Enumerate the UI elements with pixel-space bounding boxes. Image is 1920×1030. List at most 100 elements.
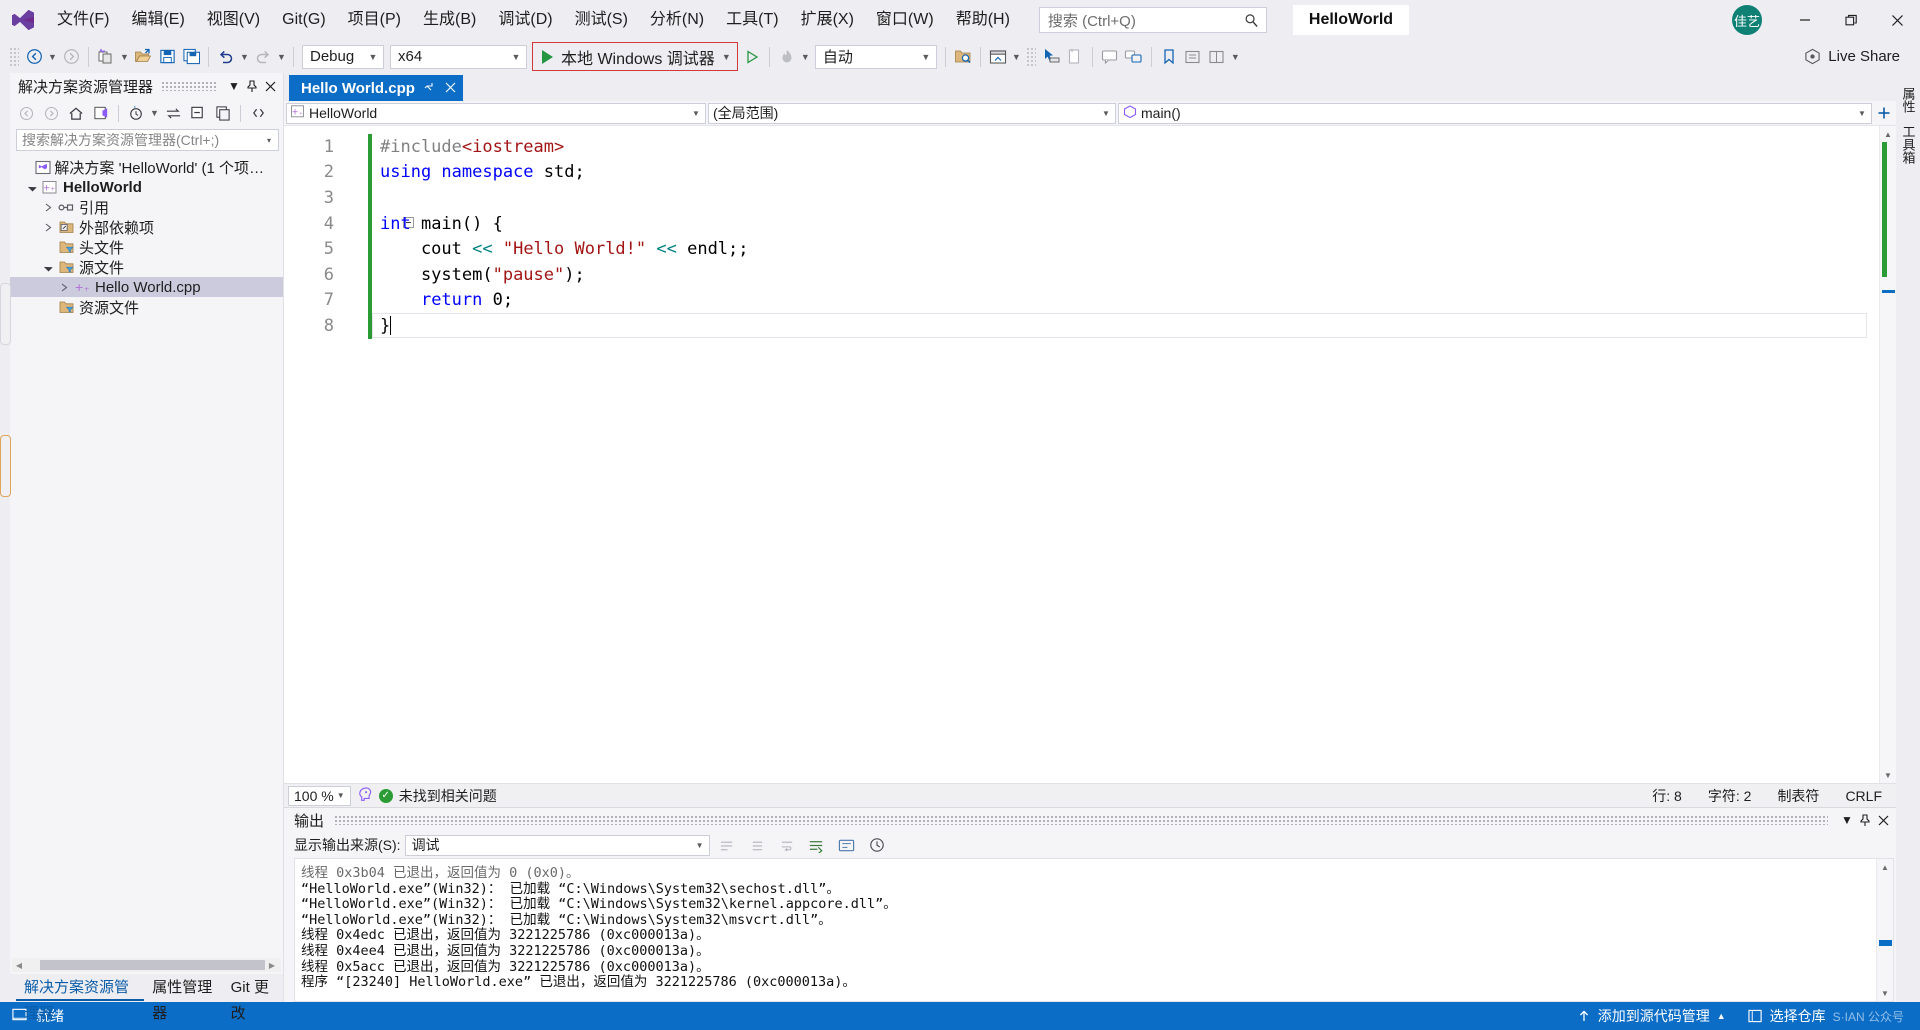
start-without-debugging-icon[interactable] xyxy=(740,45,764,69)
solution-explorer-window-icon[interactable] xyxy=(986,45,1010,69)
scroll-up-arrow[interactable]: ▲ xyxy=(1877,859,1893,875)
output-text-area[interactable]: 线程 0x3b04 已退出，返回值为 0 (0x0)。 “HelloWorld.… xyxy=(294,858,1894,1002)
pointer-select-icon[interactable] xyxy=(1039,45,1063,69)
hot-reload-caret[interactable]: ▼ xyxy=(799,45,812,69)
uncomment-icon[interactable] xyxy=(1122,45,1146,69)
se-refresh-icon[interactable] xyxy=(161,102,185,124)
auto-hide-tab-2[interactable] xyxy=(0,435,11,497)
menu-item-view[interactable]: 视图(V) xyxy=(196,0,271,40)
chevron-down-icon[interactable]: ▼ xyxy=(225,76,243,96)
menu-item-analyze[interactable]: 分析(N) xyxy=(639,0,715,40)
window-layout-caret[interactable]: ▼ xyxy=(1010,45,1023,69)
clear-all-icon[interactable] xyxy=(744,834,770,856)
solution-explorer-hscrollbar[interactable]: ◀ ▶ xyxy=(12,958,281,972)
navigate-forward-icon[interactable] xyxy=(59,45,83,69)
menu-item-test[interactable]: 测试(S) xyxy=(564,0,639,40)
add-to-source-control-button[interactable]: 添加到源代码管理 ▲ xyxy=(1577,1006,1726,1026)
toolbar-overflow-caret[interactable]: ▼ xyxy=(1229,45,1242,69)
outline-right-icon[interactable] xyxy=(1205,45,1229,69)
tool-tab-toolbox[interactable]: 工具箱 xyxy=(1896,119,1920,170)
toggle-word-wrap-icon[interactable] xyxy=(774,834,800,856)
add-split-view-button[interactable] xyxy=(1874,106,1894,120)
expander-expanded[interactable] xyxy=(24,177,40,197)
save-icon[interactable] xyxy=(155,45,179,69)
menu-item-edit[interactable]: 编辑(E) xyxy=(120,0,195,40)
navigate-backward-icon[interactable] xyxy=(22,45,46,69)
nav-member-combo[interactable]: main() ▼ xyxy=(1118,102,1872,124)
new-project-icon[interactable] xyxy=(94,45,118,69)
document-tab-hello-world-cpp[interactable]: Hello World.cpp xyxy=(289,75,463,101)
hot-reload-icon[interactable] xyxy=(775,45,799,69)
tree-row-external-dependencies[interactable]: 外部依赖项 xyxy=(10,217,283,237)
scroll-down-arrow[interactable]: ▼ xyxy=(1880,767,1896,783)
code-editor[interactable]: 1 #include<iostream> 2 using namespace s… xyxy=(284,126,1896,783)
menu-item-git[interactable]: Git(G) xyxy=(271,0,337,40)
navigate-backward-caret[interactable]: ▼ xyxy=(46,45,59,69)
solution-explorer-search-input[interactable]: 搜索解决方案资源管理器(Ctrl+;) ▾ xyxy=(16,129,279,151)
tree-row-project[interactable]: +₊ HelloWorld xyxy=(10,177,283,197)
output-vertical-scrollbar[interactable]: ▲ ▼ xyxy=(1876,859,1893,1001)
auto-hide-tab-1[interactable] xyxy=(0,283,11,345)
find-message-icon[interactable] xyxy=(714,834,740,856)
code-line[interactable]: 7 return 0; xyxy=(284,287,1879,314)
undo-icon[interactable] xyxy=(214,45,238,69)
close-icon[interactable] xyxy=(445,80,456,96)
scroll-thumb[interactable] xyxy=(40,960,265,970)
timestamp-icon[interactable] xyxy=(864,834,890,856)
solution-platform-combo[interactable]: x64 ▼ xyxy=(390,44,527,69)
code-line-current[interactable]: 8 } xyxy=(284,313,1879,339)
expander-collapsed[interactable] xyxy=(40,217,56,237)
nav-scope-combo[interactable]: (全局范围) ▼ xyxy=(708,102,1116,124)
se-back-icon[interactable] xyxy=(14,102,38,124)
tree-row-hello-world-cpp[interactable]: +₊ Hello World.cpp xyxy=(10,277,283,297)
show-output-from-icon[interactable] xyxy=(834,834,860,856)
expander-collapsed[interactable] xyxy=(56,277,72,297)
tree-row-source-files[interactable]: 源文件 xyxy=(10,257,283,277)
intellisense-icon[interactable] xyxy=(357,786,373,805)
outline-left-icon[interactable] xyxy=(1181,45,1205,69)
save-all-icon[interactable] xyxy=(179,45,203,69)
undo-caret[interactable]: ▼ xyxy=(238,45,251,69)
tree-row-resource-files[interactable]: 资源文件 xyxy=(10,297,283,317)
start-debugging-button[interactable]: 本地 Windows 调试器 xyxy=(537,44,720,69)
tab-property-manager[interactable]: 属性管理器 xyxy=(144,975,222,1022)
code-text-area[interactable]: 1 #include<iostream> 2 using namespace s… xyxy=(284,126,1879,783)
tree-row-solution[interactable]: 解决方案 'HelloWorld' (1 个项目，共 1 个 xyxy=(10,157,283,177)
tool-tab-properties[interactable]: 属性 xyxy=(1896,81,1920,119)
chevron-down-icon[interactable]: ▼ xyxy=(1838,810,1856,830)
tree-row-references[interactable]: 引用 xyxy=(10,197,283,217)
expander-expanded[interactable] xyxy=(40,257,56,277)
toolbar-grip-2[interactable] xyxy=(1025,46,1036,67)
scroll-up-arrow[interactable]: ▲ xyxy=(1880,126,1896,142)
code-line[interactable]: 4 int main() { xyxy=(284,210,1879,237)
se-sync-with-active-document-icon[interactable] xyxy=(89,102,113,124)
code-line[interactable]: 6 system("pause"); xyxy=(284,261,1879,288)
scroll-left-arrow[interactable]: ◀ xyxy=(12,961,26,970)
pin-icon[interactable] xyxy=(424,80,436,96)
scroll-track[interactable] xyxy=(1880,142,1896,767)
output-drag-dots[interactable] xyxy=(334,815,1828,825)
pin-icon[interactable] xyxy=(1856,810,1874,830)
code-line[interactable]: 2 using namespace std; xyxy=(284,159,1879,186)
debug-attach-combo[interactable]: 自动 ▼ xyxy=(814,44,937,69)
go-to-message-icon[interactable] xyxy=(804,834,830,856)
pin-icon[interactable] xyxy=(243,76,261,96)
menu-item-file[interactable]: 文件(F) xyxy=(46,0,120,40)
code-line[interactable]: 5 cout << "Hello World!" << endl;; xyxy=(284,236,1879,262)
quick-search-input[interactable]: 搜索 (Ctrl+Q) xyxy=(1038,7,1267,33)
account-avatar[interactable]: 佳艺 xyxy=(1732,5,1762,35)
close-button[interactable] xyxy=(1874,0,1920,40)
toolbar-grip[interactable] xyxy=(9,46,19,67)
editor-zoom-combo[interactable]: 100 % ▼ xyxy=(288,785,351,806)
menu-item-debug[interactable]: 调试(D) xyxy=(487,0,563,40)
menu-item-build[interactable]: 生成(B) xyxy=(412,0,487,40)
se-collapse-all-icon[interactable] xyxy=(186,102,210,124)
tab-solution-explorer[interactable]: 解决方案资源管理器 xyxy=(16,975,145,1022)
close-icon[interactable] xyxy=(1874,810,1892,830)
output-source-combo[interactable]: 调试 ▼ xyxy=(404,834,710,856)
header-drag-dots[interactable] xyxy=(161,81,217,91)
se-pending-changes-icon[interactable] xyxy=(124,102,148,124)
code-line[interactable]: 1 #include<iostream> xyxy=(284,134,1879,160)
maximize-restore-button[interactable] xyxy=(1828,0,1874,40)
new-project-caret[interactable]: ▼ xyxy=(118,45,131,69)
